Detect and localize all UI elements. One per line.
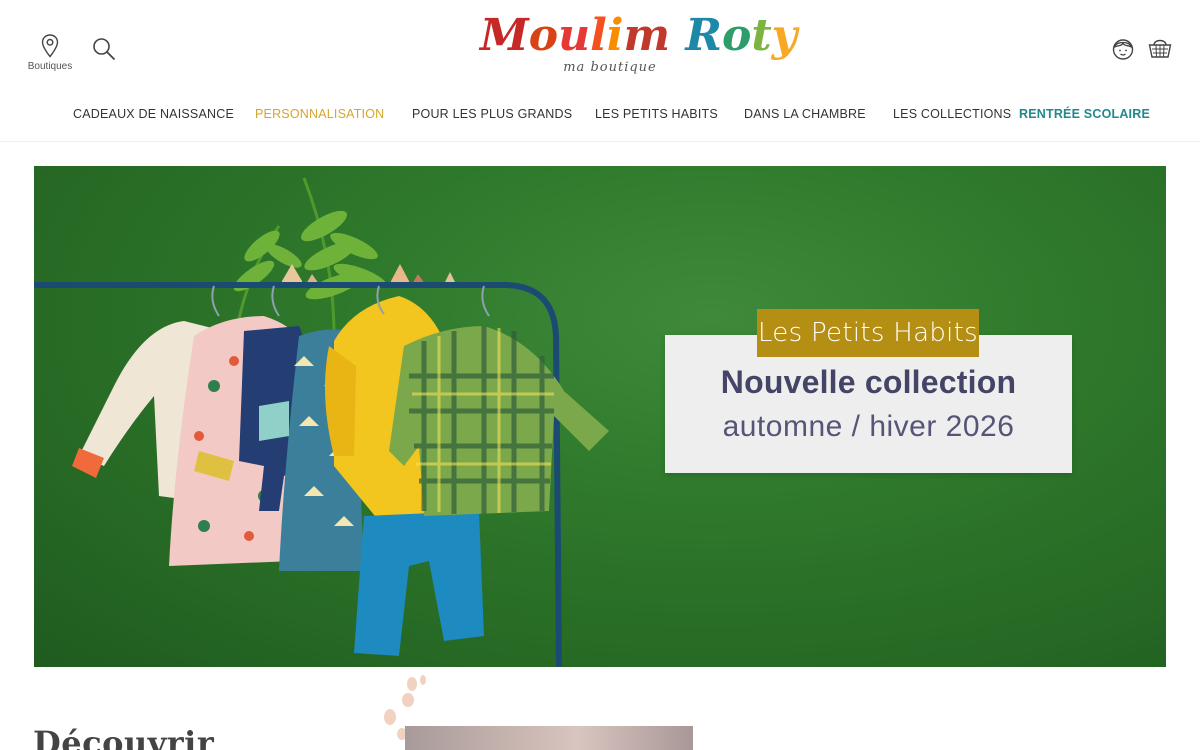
discover-teaser-image[interactable] [405,726,693,750]
store-locator-label: Boutiques [27,61,73,72]
nav-item-rentree-scolaire[interactable]: RENTRÉE SCOLAIRE [1019,107,1150,121]
nav-item-pour-les-plus-grands[interactable]: POUR LES PLUS GRANDS [412,107,572,121]
search-icon [93,38,116,61]
logo-letter: o [721,10,752,61]
main-navigation: CADEAUX DE NAISSANCE PERSONNALISATION PO… [0,107,1200,129]
logo-letter: l [590,10,607,61]
hero-banner[interactable]: Les Petits Habits Nouvelle collection au… [34,166,1166,667]
account-face-icon [1112,39,1134,60]
map-pin-icon [41,34,59,58]
logo-letter: u [558,10,591,61]
logo-letter: t [751,10,772,61]
nav-item-personnalisation[interactable]: PERSONNALISATION [255,107,384,121]
logo-letter: m [623,10,671,61]
nav-item-cadeaux-de-naissance[interactable]: CADEAUX DE NAISSANCE [73,107,234,121]
promo-subtitle: automne / hiver 2026 [722,410,1015,443]
site-header: Boutiques Moulim Roty ma boutique CADEAU… [0,0,1200,142]
account-button[interactable] [1111,37,1135,61]
basket-button[interactable] [1147,35,1173,61]
logo-letter: o [528,10,559,61]
basket-icon [1148,39,1172,58]
nav-item-les-petits-habits[interactable]: LES PETITS HABITS [595,107,718,121]
logo-letter [670,8,685,64]
promo-category-tag: Les Petits Habits [757,309,979,357]
logo-letter: M [480,10,529,61]
logo-letter: y [771,10,798,61]
nav-item-dans-la-chambre[interactable]: DANS LA CHAMBRE [744,107,866,121]
store-locator-button[interactable]: Boutiques [22,34,78,72]
discover-section-title: Découvrir [33,724,215,750]
logo-letter: i [606,10,624,61]
logo-letter: R [685,10,722,61]
brand-logo-wordmark: Moulim Roty [480,8,797,64]
nav-item-les-collections[interactable]: LES COLLECTIONS [893,107,1011,121]
promo-title: Nouvelle collection [720,364,1017,400]
search-button[interactable] [91,36,117,62]
brand-logo[interactable]: Moulim Roty ma boutique [480,8,797,88]
